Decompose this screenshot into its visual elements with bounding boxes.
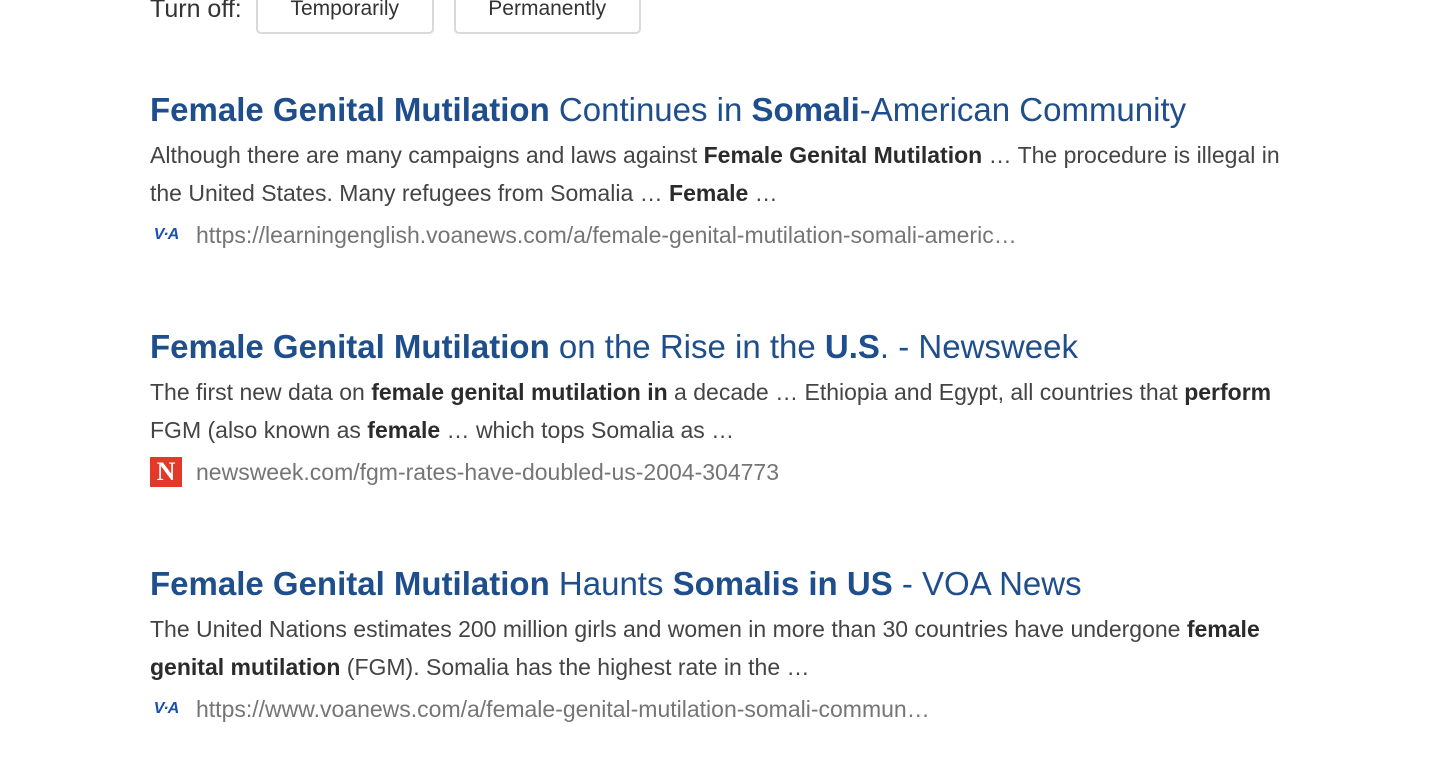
search-result: Female Genital Mutilation Continues in S… [150,90,1300,250]
turn-off-permanently-button[interactable]: Permanently [453,0,641,34]
highlighted-term: Female Genital Mutilation [150,328,550,365]
result-title-link[interactable]: Female Genital Mutilation Continues in S… [150,90,1300,130]
text-run: The first new data on [150,379,372,405]
text-run: … [748,180,778,206]
result-url-link[interactable]: https://www.voanews.com/a/female-genital… [196,696,930,723]
text-run: Although there are many campaigns and la… [150,142,704,168]
text-run: … which tops Somalia as … [440,417,735,443]
highlighted-term: perform [1184,379,1272,405]
text-run: . - Newsweek [879,328,1078,365]
result-snippet: Although there are many campaigns and la… [150,136,1300,212]
highlighted-term: Female [669,180,749,206]
turn-off-temporarily-button[interactable]: Temporarily [255,0,434,34]
result-source: V·A https://www.voanews.com/a/female-gen… [150,694,1300,724]
result-title-link[interactable]: Female Genital Mutilation on the Rise in… [150,327,1300,367]
result-url-link[interactable]: https://learningenglish.voanews.com/a/fe… [196,222,1017,249]
result-snippet: The first new data on female genital mut… [150,373,1300,449]
text-run: (FGM). Somalia has the highest rate in t… [340,654,810,680]
highlighted-term: female [367,417,441,443]
search-result: Female Genital Mutilation on the Rise in… [150,327,1300,487]
highlighted-term: Female Genital Mutilation [150,565,550,602]
turn-off-bar: Turn off: Temporarily Permanently [150,0,661,34]
highlighted-term: female genital mutilation in [371,379,668,405]
turn-off-label: Turn off: [150,0,242,23]
text-run: Haunts [549,565,673,602]
newsweek-icon: N [150,457,182,487]
result-title-link[interactable]: Female Genital Mutilation Haunts Somalis… [150,564,1300,604]
voa-icon: V·A [153,226,180,243]
result-snippet: The United Nations estimates 200 million… [150,610,1300,686]
voa-icon: V·A [153,700,180,717]
text-run: a decade … Ethiopia and Egypt, all count… [667,379,1185,405]
text-run: - VOA News [892,565,1082,602]
text-run: Continues in [549,91,752,128]
highlighted-term: Somalis in US [672,565,893,602]
highlighted-term: Somali [751,91,860,128]
text-run: FGM (also known as [150,417,368,443]
search-result: Female Genital Mutilation Haunts Somalis… [150,564,1300,724]
result-source: N newsweek.com/fgm-rates-have-doubled-us… [150,457,1300,487]
highlighted-term: U.S [824,328,880,365]
text-run: -American Community [859,91,1187,128]
highlighted-term: Female Genital Mutilation [703,142,983,168]
result-url-link[interactable]: newsweek.com/fgm-rates-have-doubled-us-2… [196,459,779,486]
text-run: The United Nations estimates 200 million… [150,616,1187,642]
text-run: on the Rise in the [549,328,825,365]
result-source: V·A https://learningenglish.voanews.com/… [150,220,1300,250]
highlighted-term: Female Genital Mutilation [150,91,550,128]
